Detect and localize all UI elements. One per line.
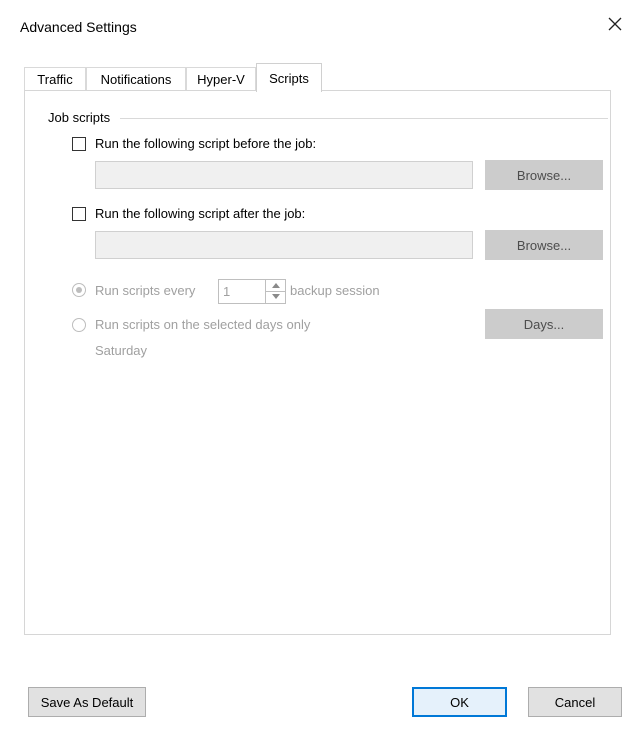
run-every-value[interactable]: 1 [223,284,230,299]
run-every-stepper[interactable]: 1 [218,279,286,304]
radio-selected-dot [76,287,82,293]
after-script-browse-button[interactable]: Browse... [485,230,603,260]
run-every-suffix: backup session [290,283,380,298]
job-scripts-group-label: Job scripts [48,110,117,125]
after-script-path-field[interactable] [95,231,473,259]
before-script-checkbox[interactable] [72,137,86,151]
selected-days-label: Run scripts on the selected days only [95,317,311,332]
run-every-label: Run scripts every [95,283,196,298]
ok-button[interactable]: OK [412,687,507,717]
stepper-buttons [265,280,285,303]
cancel-button[interactable]: Cancel [528,687,622,717]
tab-hyper-v[interactable]: Hyper-V [186,67,256,91]
selected-days-value: Saturday [95,343,148,358]
save-as-default-button[interactable]: Save As Default [28,687,146,717]
group-divider [120,118,608,119]
before-script-browse-button[interactable]: Browse... [485,160,603,190]
close-icon[interactable] [603,12,627,36]
before-script-path-field[interactable] [95,161,473,189]
window-title: Advanced Settings [20,19,137,35]
chevron-down-icon[interactable] [266,291,285,302]
tab-traffic[interactable]: Traffic [24,67,86,91]
run-every-radio[interactable] [72,283,86,297]
tab-notifications[interactable]: Notifications [86,67,186,91]
after-script-checkbox[interactable] [72,207,86,221]
days-button[interactable]: Days... [485,309,603,339]
tab-scripts[interactable]: Scripts [256,63,322,92]
selected-days-radio[interactable] [72,318,86,332]
before-script-label: Run the following script before the job: [95,136,317,151]
after-script-label: Run the following script after the job: [95,206,306,221]
